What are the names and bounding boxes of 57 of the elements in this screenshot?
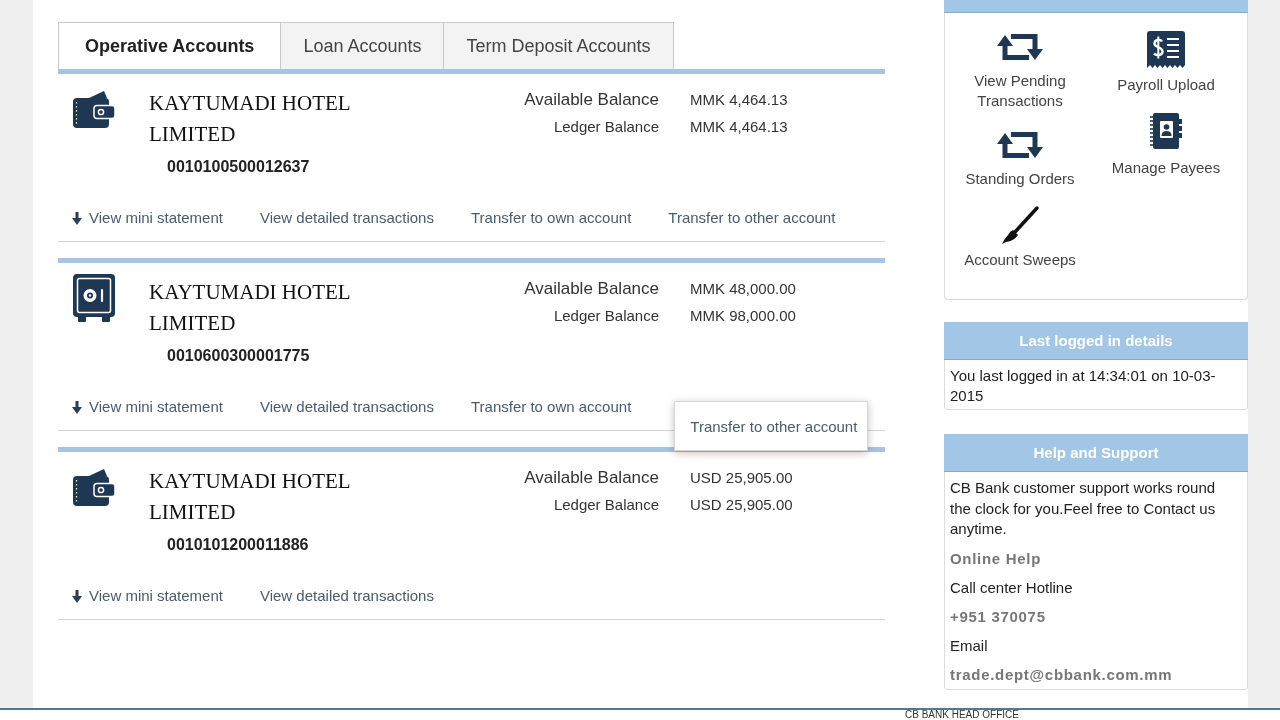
down-arrow-icon [72,589,82,603]
balance-label: Available Balance [524,89,659,111]
balance-label: Available Balance [524,467,659,489]
login-text: You last logged in at 14:34:01 on 10-03-2015 [950,366,1217,406]
balance-value: MMK 98,000.00 [690,306,796,326]
balance-label: Ledger Balance [553,117,659,137]
quick-link[interactable]: Manage Payees [1111,112,1221,178]
account-link[interactable]: View detailed transactions [259,208,434,228]
account-number: 0010600300001775 [167,346,310,366]
account-name: KAYTUMADI HOTEL LIMITED [149,90,351,148]
down-arrow-icon [72,400,82,414]
balance-value: MMK 4,464.13 [690,90,788,110]
receipt-dollar-icon [1146,30,1186,69]
account-link[interactable]: Transfer to own account [470,208,632,228]
tab[interactable]: Term Deposit Accounts [443,22,674,69]
balance-label: Ledger Balance [553,306,659,326]
account-name: KAYTUMADI HOTEL LIMITED [149,468,351,526]
account-link[interactable]: View detailed transactions [259,397,434,417]
contact-link[interactable]: Online Help [950,543,1042,573]
panel-title: Help and Support [944,434,1248,472]
quick-link[interactable]: Standing Orders [965,132,1075,189]
address-book-icon [1149,112,1183,150]
contact-link[interactable]: trade.dept@cbbank.com.mm [950,659,1173,689]
repeat-arrows-icon [997,34,1043,60]
wallet-icon [72,90,116,129]
contact-label: Email [950,635,988,656]
account-number: 0010100500012637 [167,157,310,177]
account-number: 0010101200011886 [167,535,309,555]
brush-icon [1000,205,1040,245]
panel-title: Last logged in details [944,322,1248,360]
balance-value: USD 25,905.00 [690,468,793,488]
balance-value: MMK 4,464.13 [690,117,788,137]
quick-link[interactable]: View Pending Transactions [945,34,1095,111]
tab[interactable]: Operative Accounts [58,22,282,69]
wallet-icon [72,468,116,507]
quick-link[interactable]: Account Sweeps [964,205,1076,270]
contact-label: Call center Hotline [950,577,1073,598]
balance-value: USD 25,905.00 [690,495,793,515]
balance-value: MMK 48,000.00 [690,279,796,299]
account-link[interactable]: View mini statement [72,208,223,228]
balance-label: Ledger Balance [553,495,659,515]
contact-link[interactable]: +951 370075 [950,601,1046,631]
account-name: KAYTUMADI HOTEL LIMITED [149,279,351,337]
account-link[interactable]: Transfer to own account [470,397,632,417]
repeat-arrows-icon [997,132,1043,158]
popover-link[interactable]: Transfer to other account [674,401,869,451]
footer-text: CB BANK HEAD OFFICE [905,710,1019,720]
account-link[interactable]: View detailed transactions [259,586,434,606]
support-text: CB Bank customer support works round the clock for you.Feel free to Contact us anytime. [950,478,1217,539]
balance-label: Available Balance [524,278,659,300]
tab[interactable]: Loan Accounts [280,22,445,69]
account-link[interactable]: View mini statement [72,397,223,417]
account-link[interactable]: Transfer to other account [668,208,836,228]
safe-icon [72,273,116,323]
account-link[interactable]: View mini statement [72,586,223,606]
down-arrow-icon [72,211,82,225]
quick-link[interactable]: Payroll Upload [1117,30,1215,95]
